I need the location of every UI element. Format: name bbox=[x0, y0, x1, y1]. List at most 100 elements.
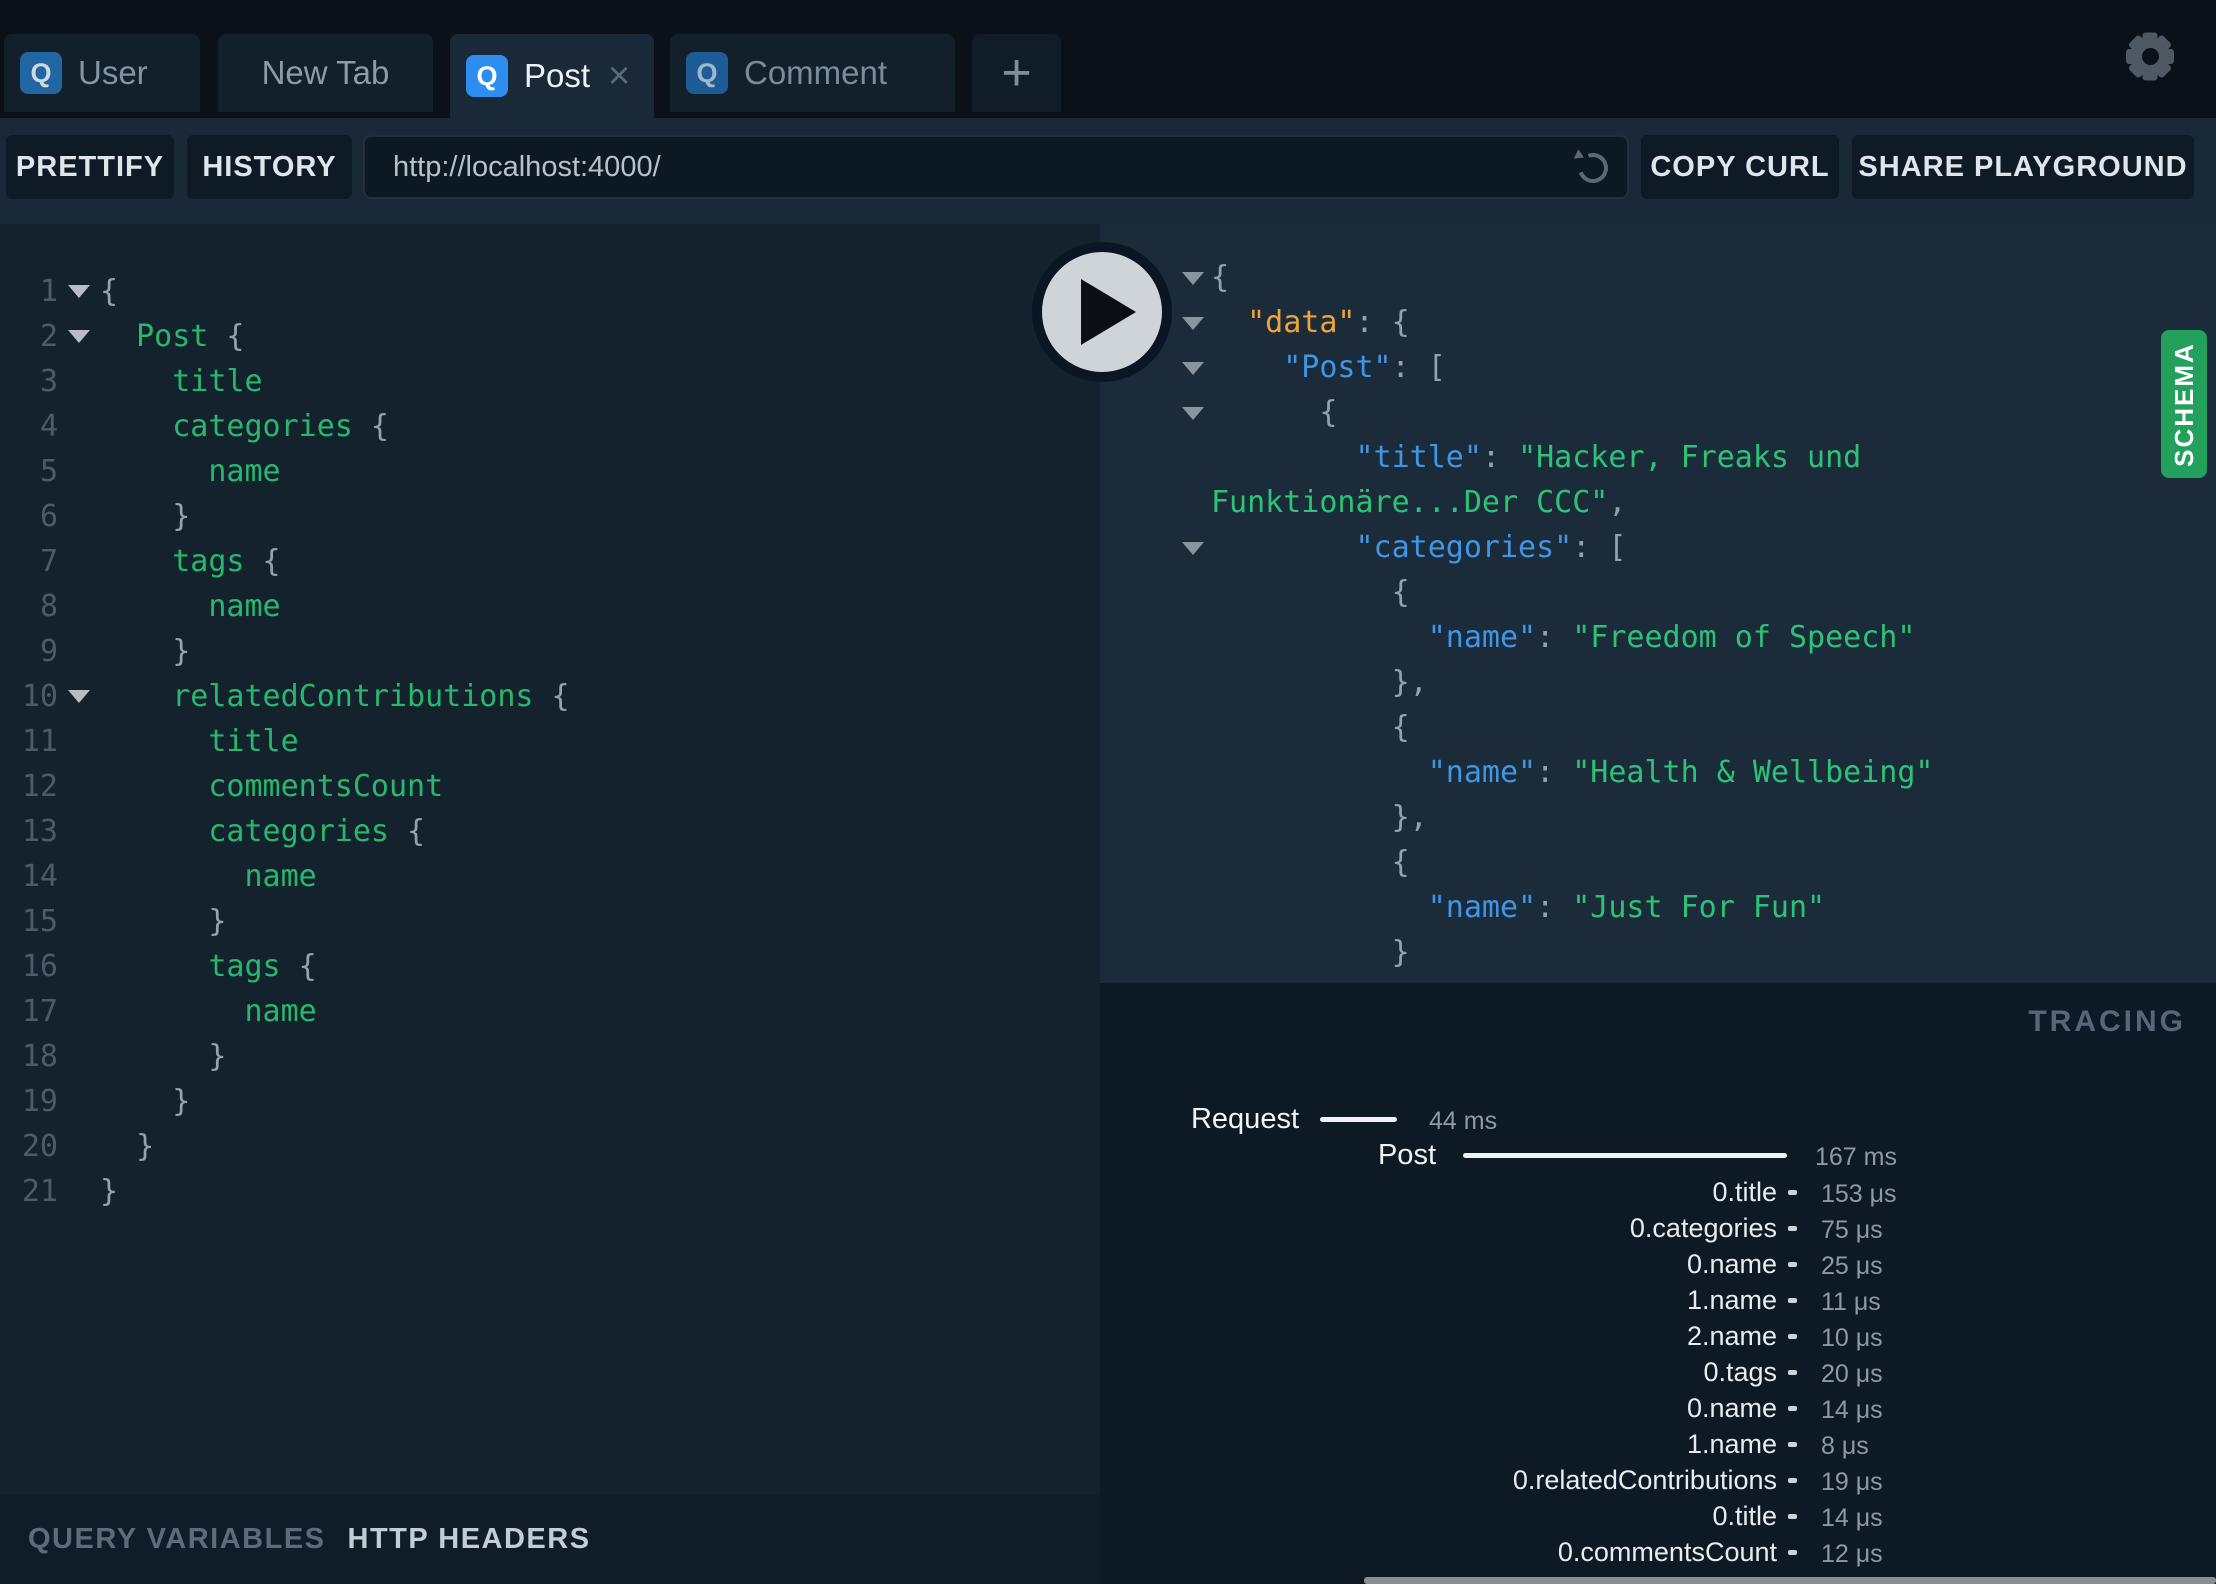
response-line: "data": { bbox=[1100, 300, 2216, 345]
close-tab-icon[interactable]: × bbox=[608, 57, 630, 95]
graphql-playground-window: Q User New Tab Q Post × Q Comment + PRET… bbox=[0, 0, 2216, 1584]
query-line[interactable]: 1{ bbox=[0, 269, 1100, 314]
query-line[interactable]: 3 title bbox=[0, 359, 1100, 404]
query-code: relatedContributions { bbox=[100, 679, 570, 714]
query-code: } bbox=[100, 1039, 227, 1074]
http-headers-tab[interactable]: HTTP HEADERS bbox=[348, 1523, 591, 1556]
query-line[interactable]: 21} bbox=[0, 1169, 1100, 1214]
history-button[interactable]: HISTORY bbox=[187, 135, 352, 199]
response-line: "name": "Freedom of Speech" bbox=[1100, 615, 2216, 660]
tracing-row-value: 153 μs bbox=[1821, 1180, 1897, 1208]
prettify-button[interactable]: PRETTIFY bbox=[6, 135, 174, 199]
add-tab-button[interactable]: + bbox=[972, 34, 1061, 112]
line-number: 5 bbox=[39, 454, 58, 489]
fold-arrow-icon[interactable] bbox=[58, 314, 100, 359]
tracing-row: 0.name 14 μs bbox=[1100, 1393, 2216, 1424]
line-number: 7 bbox=[39, 544, 58, 579]
query-line[interactable]: 19 } bbox=[0, 1079, 1100, 1124]
tracing-duration-bar bbox=[1788, 1478, 1797, 1483]
query-line[interactable]: 4 categories { bbox=[0, 404, 1100, 449]
response-line: { bbox=[1100, 570, 2216, 615]
plus-icon: + bbox=[1001, 44, 1032, 102]
query-line[interactable]: 12 commentsCount bbox=[0, 764, 1100, 809]
query-editor[interactable]: 1{2 Post {3 title 4 categories {5 name 6 }… bbox=[0, 224, 1100, 1495]
query-line[interactable]: 18 } bbox=[0, 1034, 1100, 1079]
endpoint-url-input[interactable] bbox=[391, 138, 1535, 196]
tracing-row-label: 2.name bbox=[1686, 1321, 1777, 1351]
query-line[interactable]: 9 } bbox=[0, 629, 1100, 674]
tracing-row: 1.name 11 μs bbox=[1100, 1285, 2216, 1316]
execute-button[interactable] bbox=[1032, 242, 1172, 382]
query-line[interactable]: 10 relatedContributions { bbox=[0, 674, 1100, 719]
tab-user[interactable]: Q User bbox=[4, 34, 200, 112]
response-code: { bbox=[1211, 260, 1230, 295]
response-line: "title": "Hacker, Freaks und bbox=[1100, 435, 2216, 480]
copy-curl-button[interactable]: COPY CURL bbox=[1641, 135, 1839, 199]
fold-arrow-icon[interactable] bbox=[1182, 362, 1204, 375]
tab-new-tab[interactable]: New Tab bbox=[218, 34, 433, 112]
fold-arrow-icon[interactable] bbox=[1182, 542, 1204, 555]
tracing-duration-bar bbox=[1788, 1406, 1797, 1411]
query-code: tags { bbox=[100, 544, 281, 579]
fold-arrow-icon[interactable] bbox=[1182, 407, 1204, 420]
fold-slot bbox=[58, 899, 100, 944]
response-pane: { "data": { "Post": [ { "title": "Hacker… bbox=[1100, 224, 2216, 983]
query-line[interactable]: 17 name bbox=[0, 989, 1100, 1034]
tracing-row: 0.title 14 μs bbox=[1100, 1501, 2216, 1532]
tracing-row: 0.commentsCount 12 μs bbox=[1100, 1537, 2216, 1568]
query-line[interactable]: 13 categories { bbox=[0, 809, 1100, 854]
tracing-duration-bar bbox=[1463, 1153, 1787, 1158]
query-line[interactable]: 16 tags { bbox=[0, 944, 1100, 989]
query-line[interactable]: 7 tags { bbox=[0, 539, 1100, 584]
query-variables-tab[interactable]: QUERY VARIABLES bbox=[28, 1523, 326, 1556]
fold-arrow-icon[interactable] bbox=[58, 269, 100, 314]
query-line[interactable]: 20 } bbox=[0, 1124, 1100, 1169]
tracing-row-label: 0.name bbox=[1686, 1249, 1777, 1279]
response-code: "categories": [ bbox=[1355, 530, 1627, 565]
tracing-duration-bar bbox=[1788, 1370, 1797, 1375]
response-line: }, bbox=[1100, 660, 2216, 705]
tracing-panel: TRACING Request 44 ms Post 167 ms 0.titl… bbox=[1100, 983, 2216, 1584]
response-line: { bbox=[1100, 390, 2216, 435]
response-json: { "data": { "Post": [ { "title": "Hacker… bbox=[1100, 224, 2216, 983]
fold-arrow-icon[interactable] bbox=[1182, 272, 1204, 285]
horizontal-scrollbar[interactable] bbox=[1364, 1577, 2216, 1584]
tracing-duration-bar bbox=[1788, 1298, 1797, 1303]
tab-post[interactable]: Q Post × bbox=[450, 34, 654, 118]
line-number: 21 bbox=[21, 1174, 58, 1209]
tracing-row: 0.tags 20 μs bbox=[1100, 1357, 2216, 1388]
schema-side-tab[interactable]: SCHEMA bbox=[2161, 330, 2207, 478]
response-code: "name": "Freedom of Speech" bbox=[1427, 620, 1916, 655]
query-line[interactable]: 5 name bbox=[0, 449, 1100, 494]
line-number: 2 bbox=[39, 319, 58, 354]
response-code: { bbox=[1211, 710, 1410, 745]
query-line[interactable]: 6 } bbox=[0, 494, 1100, 539]
query-line[interactable]: 14 name bbox=[0, 854, 1100, 899]
fold-arrow-icon[interactable] bbox=[1182, 317, 1204, 330]
query-code: title bbox=[100, 364, 263, 399]
query-line[interactable]: 8 name bbox=[0, 584, 1100, 629]
editor-footer: QUERY VARIABLES HTTP HEADERS bbox=[0, 1495, 1100, 1584]
reload-schema-icon[interactable] bbox=[1570, 148, 1613, 188]
settings-button[interactable] bbox=[2126, 32, 2174, 80]
tab-label: New Tab bbox=[261, 54, 390, 91]
response-line: } bbox=[1100, 930, 2216, 975]
share-playground-button[interactable]: SHARE PLAYGROUND bbox=[1852, 135, 2194, 199]
fold-slot bbox=[58, 809, 100, 854]
query-line[interactable]: 2 Post { bbox=[0, 314, 1100, 359]
query-line[interactable]: 15 } bbox=[0, 899, 1100, 944]
line-number: 4 bbox=[39, 409, 58, 444]
line-number: 11 bbox=[21, 724, 58, 759]
tracing-duration-bar bbox=[1788, 1442, 1797, 1447]
tracing-row-label: 0.title bbox=[1712, 1501, 1777, 1531]
query-line[interactable]: 11 title bbox=[0, 719, 1100, 764]
tracing-row-label: 0.relatedContributions bbox=[1512, 1465, 1777, 1495]
tracing-row-label: Post bbox=[1377, 1139, 1436, 1171]
tracing-row: 0.categories 75 μs bbox=[1100, 1213, 2216, 1244]
line-number: 15 bbox=[21, 904, 58, 939]
response-line: ] bbox=[1100, 975, 2216, 983]
fold-arrow-icon[interactable] bbox=[58, 674, 100, 719]
tab-comment[interactable]: Q Comment bbox=[670, 34, 955, 112]
line-number: 12 bbox=[21, 769, 58, 804]
query-code: } bbox=[100, 499, 191, 534]
